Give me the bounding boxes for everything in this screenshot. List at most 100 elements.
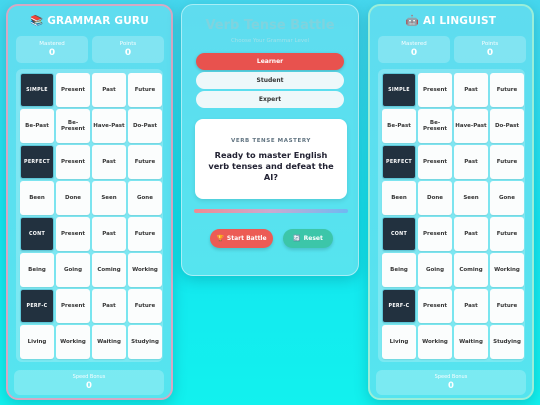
- refresh-icon: 🔄: [293, 235, 301, 242]
- stat-value: 0: [486, 48, 494, 58]
- trophy-icon: 🏆: [216, 235, 224, 242]
- tense-header-cell: CONT: [20, 217, 54, 251]
- tense-card[interactable]: Gone: [128, 181, 162, 215]
- tense-card[interactable]: Going: [418, 253, 452, 287]
- tense-header-cell: PERFECT: [20, 145, 54, 179]
- tense-card[interactable]: Gone: [490, 181, 524, 215]
- tense-card[interactable]: Have-Past: [92, 109, 126, 143]
- tense-card[interactable]: Present: [56, 289, 90, 323]
- tense-card[interactable]: Future: [490, 145, 524, 179]
- stat-label: Mastered: [401, 41, 427, 47]
- tense-card[interactable]: Seen: [454, 181, 488, 215]
- tense-card[interactable]: Present: [418, 289, 452, 323]
- stat-value: 0: [124, 48, 132, 58]
- tense-card[interactable]: Working: [490, 253, 524, 287]
- tense-card[interactable]: Future: [490, 73, 524, 107]
- speed-bonus: Speed Bonus 0: [376, 370, 526, 395]
- tense-card[interactable]: Have-Past: [454, 109, 488, 143]
- tense-card[interactable]: Future: [490, 289, 524, 323]
- tense-card[interactable]: Been: [20, 181, 54, 215]
- game-subtitle: Choose Your Grammar Level: [230, 38, 310, 44]
- tense-card[interactable]: Coming: [92, 253, 126, 287]
- tense-card[interactable]: Be-Present: [56, 109, 90, 143]
- stat-value: 0: [410, 48, 418, 58]
- tense-card[interactable]: Done: [56, 181, 90, 215]
- tense-card[interactable]: Working: [128, 253, 162, 287]
- mastered-stat: Mastered 0: [378, 36, 450, 63]
- tense-card[interactable]: Going: [56, 253, 90, 287]
- stat-label: Points: [119, 41, 137, 47]
- points-stat: Points 0: [454, 36, 526, 63]
- player-name: GRAMMAR GURU: [47, 15, 149, 27]
- tense-card[interactable]: Present: [418, 145, 452, 179]
- tense-card[interactable]: Been: [382, 181, 416, 215]
- tense-card[interactable]: Past: [454, 73, 488, 107]
- card-caption: VERB TENSE MASTERY: [230, 138, 312, 144]
- player-panel-ai-linguist: 🤖 AI LINGUIST Mastered 0 Points 0 SIMPLE…: [368, 4, 534, 400]
- tense-card[interactable]: Being: [20, 253, 54, 287]
- tense-card[interactable]: Living: [20, 325, 54, 359]
- tense-card[interactable]: Do-Past: [128, 109, 162, 143]
- tense-card[interactable]: Coming: [454, 253, 488, 287]
- speed-value: 0: [86, 381, 92, 391]
- tense-card[interactable]: Present: [56, 145, 90, 179]
- tense-card[interactable]: Future: [128, 217, 162, 251]
- player-name: AI LINGUIST: [423, 15, 497, 27]
- reset-button[interactable]: 🔄 Reset: [283, 229, 333, 248]
- tense-card[interactable]: Do-Past: [490, 109, 524, 143]
- tense-card[interactable]: Past: [454, 217, 488, 251]
- question-card: VERB TENSE MASTERY Ready to master Engli…: [195, 119, 347, 199]
- speed-value: 0: [448, 381, 454, 391]
- tense-card[interactable]: Waiting: [454, 325, 488, 359]
- start-battle-button[interactable]: 🏆 Start Battle: [210, 229, 273, 248]
- tense-card[interactable]: Future: [490, 217, 524, 251]
- tense-card[interactable]: Past: [92, 145, 126, 179]
- tense-card[interactable]: Past: [454, 289, 488, 323]
- speed-label: Speed Bonus: [72, 374, 106, 380]
- tense-card[interactable]: Present: [418, 217, 452, 251]
- speed-bonus: Speed Bonus 0: [14, 370, 164, 395]
- stat-label: Mastered: [39, 41, 65, 47]
- tense-card[interactable]: Past: [92, 73, 126, 107]
- tense-card[interactable]: Be-Present: [418, 109, 452, 143]
- mastered-stat: Mastered 0: [16, 36, 88, 63]
- level-expert-button[interactable]: Expert: [196, 91, 344, 108]
- tense-card[interactable]: Living: [382, 325, 416, 359]
- tense-card[interactable]: Be-Past: [382, 109, 416, 143]
- tense-card[interactable]: Waiting: [92, 325, 126, 359]
- points-stat: Points 0: [92, 36, 164, 63]
- tense-header-cell: PERF-C: [20, 289, 54, 323]
- tense-header-cell: SIMPLE: [382, 73, 416, 107]
- tense-card[interactable]: Past: [92, 289, 126, 323]
- level-learner-button[interactable]: Learner: [196, 53, 344, 70]
- tense-card[interactable]: Past: [92, 217, 126, 251]
- start-label: Start Battle: [226, 235, 267, 242]
- player-title: 🤖 AI LINGUIST: [370, 14, 532, 27]
- books-icon: 📚: [30, 15, 44, 27]
- tense-card[interactable]: Working: [56, 325, 90, 359]
- tense-card[interactable]: Future: [128, 73, 162, 107]
- tense-header-cell: PERF-C: [382, 289, 416, 323]
- tense-card[interactable]: Present: [418, 73, 452, 107]
- tense-card[interactable]: Studying: [128, 325, 162, 359]
- tense-card[interactable]: Be-Past: [20, 109, 54, 143]
- tense-card[interactable]: Being: [382, 253, 416, 287]
- tense-card[interactable]: Done: [418, 181, 452, 215]
- stat-value: 0: [48, 48, 56, 58]
- progress-bar: [194, 209, 348, 213]
- tense-card[interactable]: Present: [56, 217, 90, 251]
- robot-icon: 🤖: [405, 15, 420, 27]
- tense-card[interactable]: Present: [56, 73, 90, 107]
- tense-card[interactable]: Working: [418, 325, 452, 359]
- level-student-button[interactable]: Student: [196, 72, 344, 89]
- tense-header-cell: PERFECT: [382, 145, 416, 179]
- tense-card[interactable]: Future: [128, 289, 162, 323]
- tense-card[interactable]: Past: [454, 145, 488, 179]
- player-panel-grammar-guru: 📚 GRAMMAR GURU Mastered 0 Points 0 SIMPL…: [6, 4, 173, 400]
- tense-board: SIMPLE Present Past Future Be-Past Be-Present…: [16, 69, 163, 362]
- tense-card[interactable]: Studying: [490, 325, 524, 359]
- card-question: Ready to master English verb tenses and …: [208, 150, 334, 182]
- tense-card[interactable]: Future: [128, 145, 162, 179]
- tense-card[interactable]: Seen: [92, 181, 126, 215]
- reset-label: Reset: [303, 235, 323, 242]
